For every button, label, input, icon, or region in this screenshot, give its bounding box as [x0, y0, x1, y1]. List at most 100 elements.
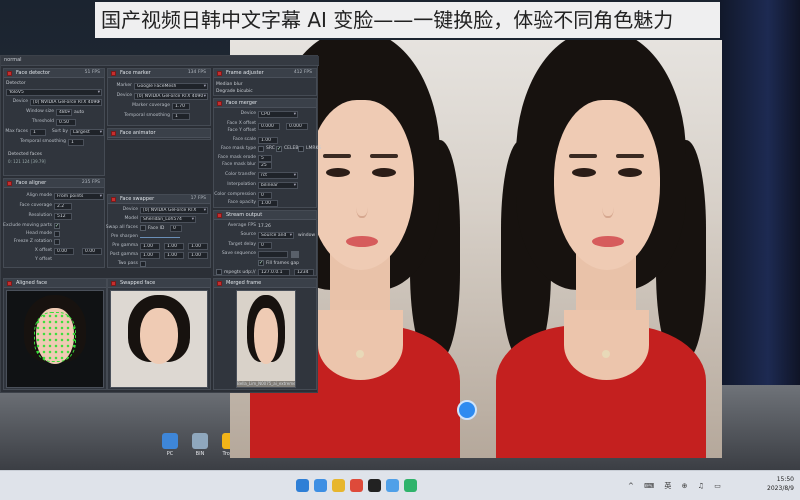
mask-lmrks-checkbox[interactable]	[298, 146, 304, 152]
swapped-face-image	[110, 290, 208, 388]
two-pass-checkbox[interactable]	[140, 261, 146, 267]
marker-label: Marker	[116, 83, 132, 88]
terminal-icon[interactable]	[368, 479, 381, 492]
face-aligner-panel: Face aligner 235 FPS Align mode From poin…	[3, 178, 105, 268]
face-id-input[interactable]: 0	[170, 225, 182, 232]
folder-icon[interactable]	[291, 251, 299, 258]
merger-y-offset[interactable]: 0.000	[286, 123, 308, 130]
mask-erode-input[interactable]: 5	[258, 155, 272, 162]
system-tray-icons[interactable]: ^ ⌨ 英 ⊕ ♫ ▭	[628, 481, 725, 491]
face-scale-label: Face scale	[232, 137, 256, 142]
app-icon-2[interactable]	[386, 479, 399, 492]
frame-adjuster-toggle[interactable]	[217, 71, 222, 76]
start-icon[interactable]	[296, 479, 309, 492]
threshold-input[interactable]: 0.50	[56, 119, 76, 126]
device-select[interactable]: [0] NVIDIA GeForce RTX 4090	[30, 99, 102, 106]
sort-by-select[interactable]: Largest	[70, 129, 104, 136]
target-delay-input[interactable]: 0	[258, 242, 272, 249]
panel-title: Stream output	[226, 212, 263, 218]
landmark-mesh	[33, 312, 77, 363]
aligned-face-toggle[interactable]	[7, 281, 12, 286]
x-offset-input[interactable]: 0.00	[54, 248, 74, 255]
desktop-icon-label: BIN	[195, 451, 205, 457]
model-select[interactable]: Sheridan_Loh574	[140, 216, 196, 223]
post-gamma-g[interactable]: 1.00	[164, 252, 184, 259]
detector-select[interactable]: YoloV5	[6, 89, 102, 96]
face-detector-toggle[interactable]	[7, 71, 12, 76]
task-view-icon[interactable]	[314, 479, 327, 492]
pre-sharpen-slider[interactable]	[140, 237, 180, 238]
panel-title: Merged frame	[226, 280, 262, 286]
marker-temporal-input[interactable]: 1	[172, 113, 190, 120]
y-offset-label: Face Y offset	[227, 128, 256, 133]
merger-device-select[interactable]: CPU	[258, 111, 298, 118]
post-gamma-b[interactable]: 1.00	[188, 252, 208, 259]
align-mode-select[interactable]: From points	[54, 193, 104, 200]
face-merger-toggle[interactable]	[217, 101, 222, 106]
desktop-icon-bin[interactable]: BIN	[187, 433, 213, 457]
face-aligner-toggle[interactable]	[7, 181, 12, 186]
post-gamma-r[interactable]: 1.00	[140, 252, 160, 259]
merged-frame-caption: Bella_Lim_N0075_ai_extreme_100_converted…	[237, 381, 296, 387]
resolution-input[interactable]: 512	[54, 213, 72, 220]
tab-normal[interactable]: normal	[4, 57, 22, 63]
mask-celeb-checkbox[interactable]: ✓	[276, 146, 282, 152]
pre-gamma-g[interactable]: 1.00	[164, 243, 184, 250]
x-offset-input-2[interactable]: 0.00	[82, 248, 102, 255]
merged-frame-toggle[interactable]	[217, 281, 222, 286]
head-mode-checkbox[interactable]	[54, 231, 60, 237]
desktop-icon-pc[interactable]: PC	[157, 433, 183, 457]
taskbar: ^ ⌨ 英 ⊕ ♫ ▭ 15:50 2023/8/9	[0, 470, 800, 500]
face-marker-toggle[interactable]	[111, 71, 116, 76]
face-swapper-toggle[interactable]	[111, 197, 116, 202]
merger-x-offset[interactable]: 0.000	[258, 123, 280, 130]
swap-all-checkbox[interactable]	[140, 225, 146, 231]
window-size-select[interactable]: 480	[56, 109, 72, 116]
fill-gap-label: Fill frames gap	[266, 261, 300, 266]
color-compression-input[interactable]: 0	[258, 192, 272, 199]
app-icon-3[interactable]	[404, 479, 417, 492]
source-select[interactable]: Source and	[258, 232, 294, 239]
detector-label: Detector	[6, 81, 26, 86]
mpegts-address[interactable]: 127.0.0.1	[258, 269, 290, 276]
mask-blur-input[interactable]: 25	[258, 162, 272, 169]
deepfacelive-window[interactable]: normal Face detector 51 FPS Detector Yolo…	[0, 55, 321, 393]
median-blur-label: Median blur	[216, 82, 243, 87]
clock[interactable]: 15:50 2023/8/9	[767, 475, 794, 493]
fps-label: 134 FPS	[187, 70, 206, 75]
save-sequence-path[interactable]	[258, 251, 288, 258]
stream-output-toggle[interactable]	[217, 213, 222, 218]
freeze-z-checkbox[interactable]	[54, 239, 60, 245]
panel-title: Face merger	[226, 100, 258, 106]
face-opacity-input[interactable]: 1.00	[258, 200, 278, 207]
swapper-device-select[interactable]: [0] NVIDIA GeForce RTX	[140, 207, 208, 214]
window-tab-bar[interactable]: normal	[1, 56, 319, 66]
marker-coverage-input[interactable]: 1.70	[172, 103, 190, 110]
mask-src-checkbox[interactable]	[258, 146, 264, 152]
panel-title: Face animator	[120, 130, 156, 136]
swapped-face-toggle[interactable]	[111, 281, 116, 286]
head-mode-label: Head mode	[26, 231, 52, 236]
mpegts-checkbox[interactable]	[216, 269, 222, 275]
marker-device-select[interactable]: [0] NVIDIA GeForce RTX 4090	[134, 93, 208, 100]
app-icon-1[interactable]	[350, 479, 363, 492]
max-faces-input[interactable]: 1	[30, 129, 46, 136]
face-coverage-input[interactable]: 2.2	[54, 203, 72, 210]
pre-gamma-r[interactable]: 1.00	[140, 243, 160, 250]
exclude-moving-checkbox[interactable]: ✓	[54, 223, 60, 229]
floating-play-button[interactable]	[457, 400, 477, 420]
marker-select[interactable]: Google FaceMesh	[134, 83, 208, 90]
face-scale-input[interactable]: 1.00	[258, 137, 278, 144]
color-transfer-select[interactable]: rct	[258, 172, 298, 179]
desktop-icon-bin-icon	[192, 433, 208, 449]
sort-by-label: Sort by	[51, 129, 68, 134]
interpolation-select[interactable]: bilinear	[258, 182, 298, 189]
temporal-smoothing-input[interactable]: 1	[68, 139, 84, 146]
file-explorer-icon[interactable]	[332, 479, 345, 492]
fill-gap-checkbox[interactable]: ✓	[258, 260, 264, 266]
source-label: Source	[240, 232, 256, 237]
face-animator-toggle[interactable]	[111, 131, 116, 136]
pre-gamma-b[interactable]: 1.00	[188, 243, 208, 250]
mpegts-port[interactable]: 1234	[294, 269, 314, 276]
source-mode: window	[298, 233, 316, 238]
